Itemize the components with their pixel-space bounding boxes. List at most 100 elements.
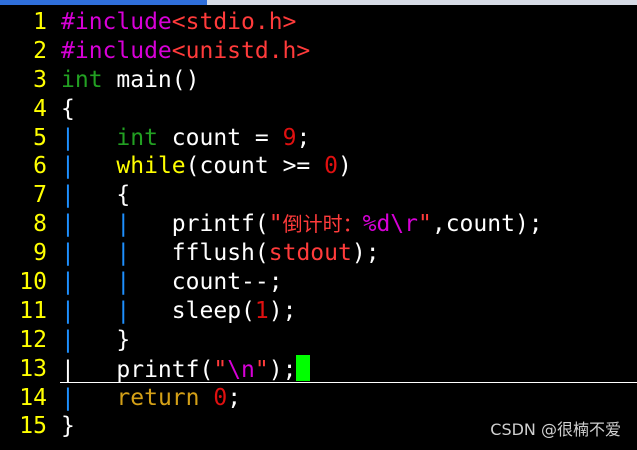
line-number: 5: [33, 124, 47, 151]
code-token-indent-bar: |: [61, 182, 75, 209]
code-token-fmt: %d\r: [362, 211, 418, 238]
code-text: | return 0;: [61, 384, 241, 413]
code-text: | printf("\n");: [61, 354, 311, 385]
code-text: }: [61, 412, 75, 441]
code-token-num: 1: [254, 297, 269, 324]
code-text: | }: [61, 326, 130, 355]
code-line[interactable]: 11 | | sleep(1);: [0, 297, 637, 326]
code-line[interactable]: 4{: [0, 95, 637, 124]
line-number: 9: [33, 240, 47, 267]
code-token: count--;: [130, 269, 283, 296]
code-text: #include<stdio.h>: [61, 8, 296, 37]
code-token: );: [268, 356, 297, 383]
code-token-hdr: <unistd.h>: [171, 37, 311, 64]
line-number: 15: [19, 413, 47, 440]
line-number: 1: [33, 9, 47, 35]
watermark: CSDN @很楠不爱: [490, 420, 621, 439]
line-number: 12: [19, 326, 47, 353]
code-token: (count >=: [185, 153, 325, 180]
code-token-kw-pre: #include: [61, 37, 172, 64]
code-text: {: [61, 95, 75, 124]
code-token: ;: [227, 384, 242, 411]
code-token-indent-bar: |: [61, 211, 75, 238]
code-line[interactable]: 6 | while(count >= 0): [0, 152, 637, 181]
code-line[interactable]: 1 #include<stdio.h>: [0, 8, 637, 37]
code-token: count =: [157, 124, 283, 151]
code-text: #include<unistd.h>: [61, 37, 310, 66]
code-token-num: 0: [213, 384, 228, 411]
code-token-stmt: return: [116, 384, 200, 411]
code-token-str: stdout: [268, 240, 352, 267]
code-token-indent-bar: |: [61, 124, 75, 151]
text-cursor: [296, 354, 311, 381]
code-line[interactable]: 10 | | count--;: [0, 268, 637, 297]
code-token: ;: [296, 124, 311, 151]
code-token: {: [74, 182, 131, 209]
line-number: 8: [33, 211, 47, 238]
code-token: | printf(: [61, 356, 214, 383]
line-number: 2: [33, 37, 47, 64]
active-tab-indicator[interactable]: [0, 0, 207, 5]
code-token-hdr: <stdio.h>: [171, 9, 297, 35]
code-token-str: ": [418, 211, 432, 238]
code-line[interactable]: 8 | | printf("倒计时：%d\r",count);: [0, 210, 637, 239]
code-token-indent-bar: |: [61, 297, 75, 324]
code-token-cjk: 倒计时：: [282, 212, 363, 237]
code-token-indent-bar: |: [116, 240, 131, 267]
code-token-indent-bar: |: [116, 269, 131, 296]
code-text: | | fflush(stdout);: [61, 239, 380, 268]
code-token: ): [338, 153, 352, 180]
code-text: | | count--;: [61, 268, 283, 297]
code-line[interactable]: 13 | printf("\n");: [0, 354, 637, 385]
code-token-num: 9: [282, 124, 297, 151]
code-token-type: int: [61, 66, 103, 93]
code-line[interactable]: 7 | {: [0, 181, 637, 210]
code-token-fmt: \n: [227, 356, 255, 383]
code-token-str: ": [254, 356, 269, 383]
code-text: | | printf("倒计时：%d\r",count);: [61, 210, 543, 239]
code-token-num: 0: [324, 153, 338, 180]
code-token: sleep(: [130, 297, 255, 324]
code-text: int main(): [61, 66, 199, 95]
code-line[interactable]: 5 | int count = 9;: [0, 124, 637, 153]
code-line[interactable]: 2 #include<unistd.h>: [0, 37, 637, 66]
code-token: ,count);: [431, 211, 543, 238]
code-token: fflush(: [130, 240, 269, 267]
code-token-type: int: [116, 124, 158, 151]
code-token-str: ": [268, 211, 283, 238]
code-line[interactable]: 9 | | fflush(stdout);: [0, 239, 637, 268]
code-token: );: [268, 297, 297, 324]
code-line[interactable]: 3 int main(): [0, 66, 637, 95]
code-token: {: [61, 95, 75, 122]
window-top-bar: [0, 0, 637, 5]
line-number: 10: [19, 269, 47, 296]
line-number: 14: [19, 384, 47, 411]
code-token-indent-bar: |: [116, 297, 131, 324]
code-line[interactable]: 12 | }: [0, 326, 637, 355]
code-token: );: [351, 240, 380, 267]
code-text: | {: [61, 181, 130, 210]
code-token-indent-bar: |: [61, 326, 75, 353]
line-number: 11: [19, 297, 47, 324]
code-token-ctrl: while: [116, 153, 186, 180]
code-token: main(): [102, 66, 200, 93]
code-token: printf(: [130, 211, 269, 238]
code-editor[interactable]: 1 #include<stdio.h> 2 #include<unistd.h> 3 in…: [0, 8, 637, 441]
line-number: 4: [33, 95, 47, 122]
code-token-indent-bar: |: [61, 269, 75, 296]
code-token-indent-bar: |: [116, 211, 131, 238]
code-line[interactable]: 14 | return 0;: [0, 384, 637, 413]
code-text: | | sleep(1);: [61, 297, 296, 326]
code-token-kw-pre: #include: [61, 9, 172, 35]
code-token: }: [74, 326, 131, 353]
line-number: 6: [33, 153, 47, 180]
line-number: 13: [19, 355, 47, 382]
code-token-indent-bar: |: [61, 240, 75, 267]
